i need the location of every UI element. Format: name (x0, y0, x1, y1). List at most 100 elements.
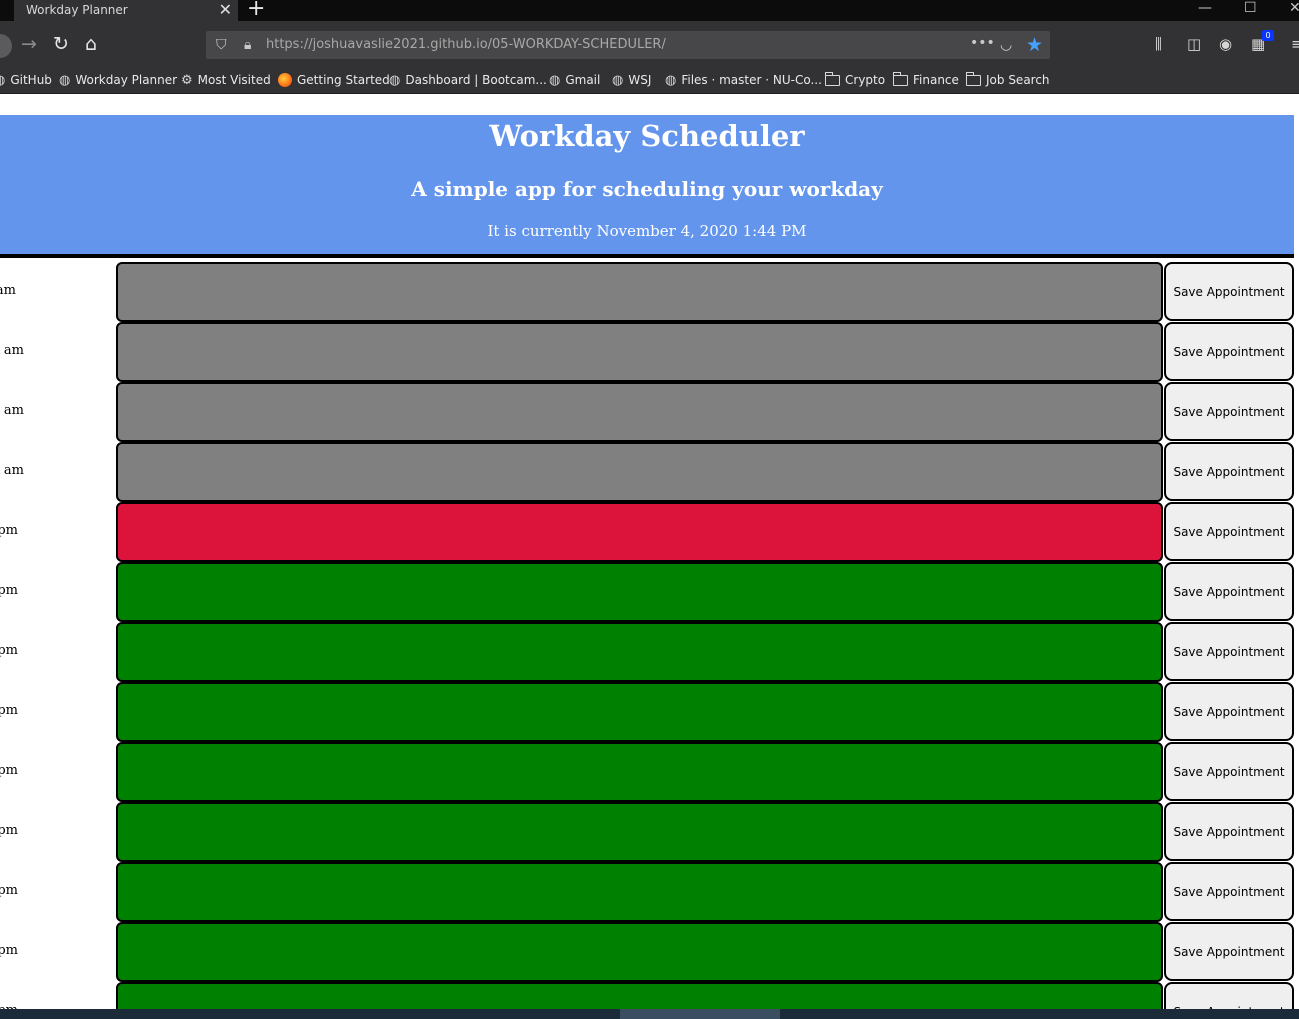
appointment-textarea[interactable] (116, 622, 1163, 682)
lock-icon[interactable]: 🔒︎ (244, 37, 251, 53)
time-block: pm Save Appointment (0, 981, 1299, 1009)
extension-badge: 0 (1262, 30, 1274, 41)
appointment-textarea[interactable] (116, 922, 1163, 982)
globe-icon: ◍ (665, 72, 677, 88)
appointment-textarea[interactable] (116, 262, 1163, 322)
browser-navbar: → ↻ ⌂ ⛉ 🔒︎ https://joshuavaslie2021.gith… (0, 21, 1299, 68)
save-appointment-button[interactable]: Save Appointment (1164, 562, 1294, 621)
new-tab-icon[interactable]: + (247, 0, 265, 20)
save-appointment-button[interactable]: Save Appointment (1164, 682, 1294, 741)
time-block: pm Save Appointment (0, 801, 1299, 862)
browser-titlebar: Workday Planner ✕ + — ☐ ✕ (0, 0, 1299, 21)
url-host: https://joshuavaslie2021.github.io/ (266, 37, 493, 52)
save-appointment-button[interactable]: Save Appointment (1164, 262, 1294, 321)
bookmark-github[interactable]: ◍GitHub (0, 68, 52, 92)
page-subtitle: A simple app for scheduling your workday (411, 177, 883, 201)
bookmark-wsj[interactable]: ◍ WSJ (612, 68, 651, 92)
appointment-textarea[interactable] (116, 982, 1163, 1009)
bookmark-workday-planner[interactable]: ◍ Workday Planner (59, 68, 177, 92)
bookmark-star-icon[interactable]: ★ (1026, 35, 1043, 55)
hour-label: pm (0, 883, 18, 898)
save-appointment-button[interactable]: Save Appointment (1164, 742, 1294, 801)
hour-label: pm (0, 943, 18, 958)
folder-icon (965, 71, 981, 86)
bookmark-gmail[interactable]: ◍ Gmail (549, 68, 600, 92)
time-block: pm Save Appointment (0, 681, 1299, 742)
appointment-textarea[interactable] (116, 382, 1163, 442)
maximize-icon[interactable]: ☐ (1244, 0, 1257, 16)
globe-icon: ◍ (0, 73, 5, 88)
bookmarks-toolbar: ◍GitHub ◍Workday Planner ⚙Most Visited G… (0, 68, 1299, 94)
firefox-icon (278, 73, 292, 87)
bookmark-most-visited[interactable]: ⚙ Most Visited (181, 68, 271, 92)
page-actions-icon[interactable]: ••• (970, 35, 995, 51)
url-path: 05-WORKDAY-SCHEDULER/ (492, 37, 666, 52)
forward-icon[interactable]: → (21, 33, 37, 55)
folder-icon (892, 71, 908, 86)
page-title: Workday Scheduler (489, 119, 805, 153)
pocket-icon[interactable]: ◡ (1000, 37, 1012, 53)
taskbar-active-app[interactable] (620, 1009, 780, 1019)
shield-icon[interactable]: ⛉ (216, 37, 227, 53)
appointment-textarea[interactable] (116, 502, 1163, 562)
browser-tab[interactable]: Workday Planner ✕ (14, 0, 238, 21)
save-appointment-button[interactable]: Save Appointment (1164, 802, 1294, 861)
save-appointment-button[interactable]: Save Appointment (1164, 862, 1294, 921)
appointment-textarea[interactable] (116, 802, 1163, 862)
hour-label: pm (0, 523, 18, 538)
menu-icon[interactable]: ≡ (1291, 35, 1299, 53)
time-block: am Save Appointment (0, 321, 1299, 382)
hour-label: pm (0, 643, 18, 658)
appointment-textarea[interactable] (116, 682, 1163, 742)
close-tab-icon[interactable]: ✕ (219, 0, 232, 19)
bookmark-dashboard[interactable]: ◍ Dashboard | Bootcam... (389, 68, 547, 92)
hour-label: pm (0, 823, 18, 838)
bookmark-folder-job-search[interactable]: Job Search (965, 68, 1050, 92)
time-block: pm Save Appointment (0, 561, 1299, 622)
sidebar-icon[interactable]: ◫ (1187, 35, 1201, 53)
back-icon[interactable] (0, 34, 12, 58)
reload-icon[interactable]: ↻ (53, 33, 69, 55)
save-appointment-button[interactable]: Save Appointment (1164, 922, 1294, 981)
url-bar[interactable]: ⛉ 🔒︎ https://joshuavaslie2021.github.io/… (206, 31, 1050, 59)
save-appointment-button[interactable]: Save Appointment (1164, 502, 1294, 561)
bookmark-folder-crypto[interactable]: Crypto (824, 68, 885, 92)
appointment-textarea[interactable] (116, 562, 1163, 622)
save-appointment-button[interactable]: Save Appointment (1164, 322, 1294, 381)
hour-label: am (3, 343, 24, 358)
hour-label: pm (0, 981, 18, 1009)
bookmark-folder-finance[interactable]: Finance (892, 68, 959, 92)
globe-icon: ◍ (389, 72, 401, 88)
bookmark-getting-started[interactable]: Getting Started (278, 68, 390, 92)
globe-icon: ◍ (59, 72, 71, 88)
minimize-icon[interactable]: — (1198, 0, 1212, 16)
save-appointment-button[interactable]: Save Appointment (1164, 622, 1294, 681)
hour-label: am (0, 283, 16, 298)
close-window-icon[interactable]: ✕ (1289, 0, 1299, 16)
time-block: pm Save Appointment (0, 741, 1299, 802)
globe-icon: ◍ (612, 72, 624, 88)
hour-label: pm (0, 763, 18, 778)
hour-label: am (3, 463, 24, 478)
home-icon[interactable]: ⌂ (85, 33, 97, 55)
bookmark-files[interactable]: ◍ Files · master · NU-Co... (665, 68, 822, 92)
save-appointment-button[interactable]: Save Appointment (1164, 442, 1294, 501)
hour-label: pm (0, 583, 18, 598)
os-taskbar (0, 1009, 1299, 1019)
folder-icon (824, 71, 840, 86)
save-appointment-button[interactable]: Save Appointment (1164, 382, 1294, 441)
appointment-textarea[interactable] (116, 862, 1163, 922)
account-icon[interactable]: ◉ (1219, 35, 1232, 53)
library-icon[interactable]: ⫼ (1155, 35, 1162, 53)
time-block: pm Save Appointment (0, 921, 1299, 982)
appointment-textarea[interactable] (116, 742, 1163, 802)
gear-icon: ⚙ (181, 72, 193, 88)
tab-title: Workday Planner (26, 3, 128, 17)
appointment-textarea[interactable] (116, 322, 1163, 382)
time-block: pm Save Appointment (0, 621, 1299, 682)
time-block: am Save Appointment (0, 381, 1299, 442)
url-text[interactable]: https://joshuavaslie2021.github.io/05-WO… (266, 31, 666, 59)
appointment-textarea[interactable] (116, 442, 1163, 502)
save-appointment-button[interactable]: Save Appointment (1164, 982, 1294, 1009)
page-header: Workday Scheduler A simple app for sched… (0, 115, 1294, 258)
